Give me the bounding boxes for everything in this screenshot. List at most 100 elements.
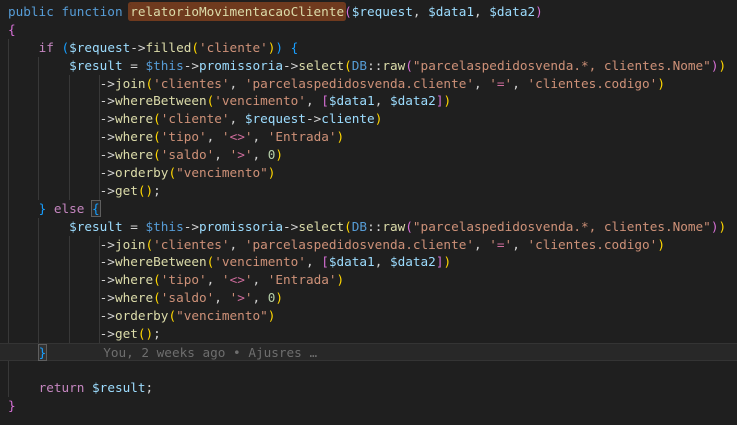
token-keyword: public function [8, 4, 130, 19]
token-bracket: ( [153, 111, 161, 126]
token-indent [84, 201, 92, 216]
token-function: relatorioMovimentacaoCliente [130, 4, 344, 19]
token-keyword: $this [146, 58, 184, 73]
code-line[interactable]: ->whereBetween('vencimento', [$data1, $d… [0, 253, 737, 271]
token-function: select [298, 58, 344, 73]
token-bracket: ( [138, 183, 146, 198]
code-line-current[interactable]: }You, 2 weeks ago • Ajusres … [0, 343, 737, 361]
token-bracket: ( [153, 290, 161, 305]
token-function: whereBetween [115, 254, 207, 269]
token-variable: $data1 [428, 4, 474, 19]
token-function: raw [382, 219, 405, 234]
token-indent [8, 76, 100, 91]
token-bracket: ( [344, 58, 352, 73]
token-punctuation: , [230, 111, 245, 126]
token-bracket: ( [168, 308, 176, 323]
token-variable: cliente [321, 111, 374, 126]
token-indent [8, 165, 100, 180]
token-string-operator: <> [230, 272, 245, 287]
token-punctuation: , [306, 93, 321, 108]
token-punctuation: , [413, 4, 428, 19]
token-indent [8, 183, 100, 198]
token-bracket: ( [138, 326, 146, 341]
token-string: "vencimento" [176, 308, 268, 323]
token-punctuation: -> [306, 111, 321, 126]
token-punctuation: :: [367, 58, 382, 73]
token-function: where [115, 147, 153, 162]
token-string-operator: = [497, 76, 505, 91]
code-line[interactable]: public function relatorioMovimentacaoCli… [0, 3, 737, 21]
token-string: 'parcelaspedidosvenda.cliente' [245, 76, 474, 91]
code-line[interactable]: if ($request->filled('cliente')) { [0, 39, 737, 57]
code-line[interactable]: ->where('tipo', '<>', 'Entrada') [0, 128, 737, 146]
token-variable: $result [69, 58, 122, 73]
code-line[interactable]: $result = $this->promissoria->select(DB:… [0, 218, 737, 236]
code-line[interactable]: ->where('tipo', '<>', 'Entrada') [0, 271, 737, 289]
token-indent [8, 93, 100, 108]
token-punctuation: , [230, 76, 245, 91]
token-function: where [115, 111, 153, 126]
token-bracket: { [92, 201, 100, 216]
token-function: whereBetween [115, 93, 207, 108]
token-keyword: DB [352, 58, 367, 73]
token-punctuation: , [252, 272, 267, 287]
token-punctuation: = [123, 58, 146, 73]
token-indent [8, 201, 39, 216]
code-line[interactable]: ->where('cliente', $request->cliente) [0, 110, 737, 128]
token-bracket: ( [405, 219, 413, 234]
token-punctuation: , [252, 290, 267, 305]
token-string: "vencimento" [176, 165, 268, 180]
token-keyword: DB [352, 219, 367, 234]
token-bracket: ) [443, 93, 451, 108]
token-variable: $data1 [329, 93, 375, 108]
code-line[interactable]: ->join('clientes', 'parcelaspedidosvenda… [0, 75, 737, 93]
token-string: 'vencimento' [214, 93, 306, 108]
token-function: where [115, 290, 153, 305]
token-bracket: ( [168, 165, 176, 180]
token-bracket: ( [153, 272, 161, 287]
code-line[interactable]: $result = $this->promissoria->select(DB:… [0, 57, 737, 75]
token-punctuation: -> [100, 237, 115, 252]
code-line[interactable]: } [0, 397, 737, 415]
code-line[interactable]: } else { [0, 200, 737, 218]
token-punctuation: , [306, 254, 321, 269]
code-line[interactable]: ->get(); [0, 325, 737, 343]
token-function: raw [382, 58, 405, 73]
token-bracket: ) [337, 272, 345, 287]
code-editor[interactable]: public function relatorioMovimentacaoCli… [0, 0, 737, 425]
code-line[interactable] [0, 361, 737, 379]
token-indent [84, 380, 92, 395]
code-line[interactable]: ->join('clientes', 'parcelaspedidosvenda… [0, 236, 737, 254]
token-punctuation: , [230, 237, 245, 252]
token-function: orderby [115, 165, 168, 180]
git-blame-annotation[interactable]: You, 2 weeks ago • Ajusres … [103, 345, 317, 360]
token-string: 'clientes' [153, 237, 229, 252]
token-bracket: ) [657, 237, 665, 252]
token-variable: $request [69, 40, 130, 55]
code-line[interactable]: ->orderby("vencimento") [0, 307, 737, 325]
token-indent [8, 272, 100, 287]
token-bracket: ( [344, 4, 352, 19]
token-control-keyword: return [39, 380, 85, 395]
code-line[interactable]: ->whereBetween('vencimento', [$data1, $d… [0, 92, 737, 110]
token-bracket: ) [375, 111, 383, 126]
token-indent [8, 111, 100, 126]
token-bracket: ( [146, 237, 154, 252]
token-string: ' [489, 237, 497, 252]
code-line[interactable]: ->orderby("vencimento") [0, 164, 737, 182]
token-bracket: ( [61, 40, 69, 55]
code-line[interactable]: ->get(); [0, 182, 737, 200]
token-string: 'cliente' [199, 40, 268, 55]
token-bracket: ) [337, 129, 345, 144]
token-indent [8, 308, 100, 323]
code-line[interactable]: return $result; [0, 379, 737, 397]
code-line[interactable]: { [0, 21, 737, 39]
token-punctuation: , [207, 129, 222, 144]
token-punctuation: , [214, 290, 229, 305]
token-punctuation: , [512, 76, 527, 91]
token-punctuation: , [207, 272, 222, 287]
code-line[interactable]: ->where('saldo', '>', 0) [0, 146, 737, 164]
token-string: "parcelaspedidosvenda.*, clientes.Nome" [413, 219, 711, 234]
code-line[interactable]: ->where('saldo', '>', 0) [0, 289, 737, 307]
token-bracket: ( [153, 147, 161, 162]
